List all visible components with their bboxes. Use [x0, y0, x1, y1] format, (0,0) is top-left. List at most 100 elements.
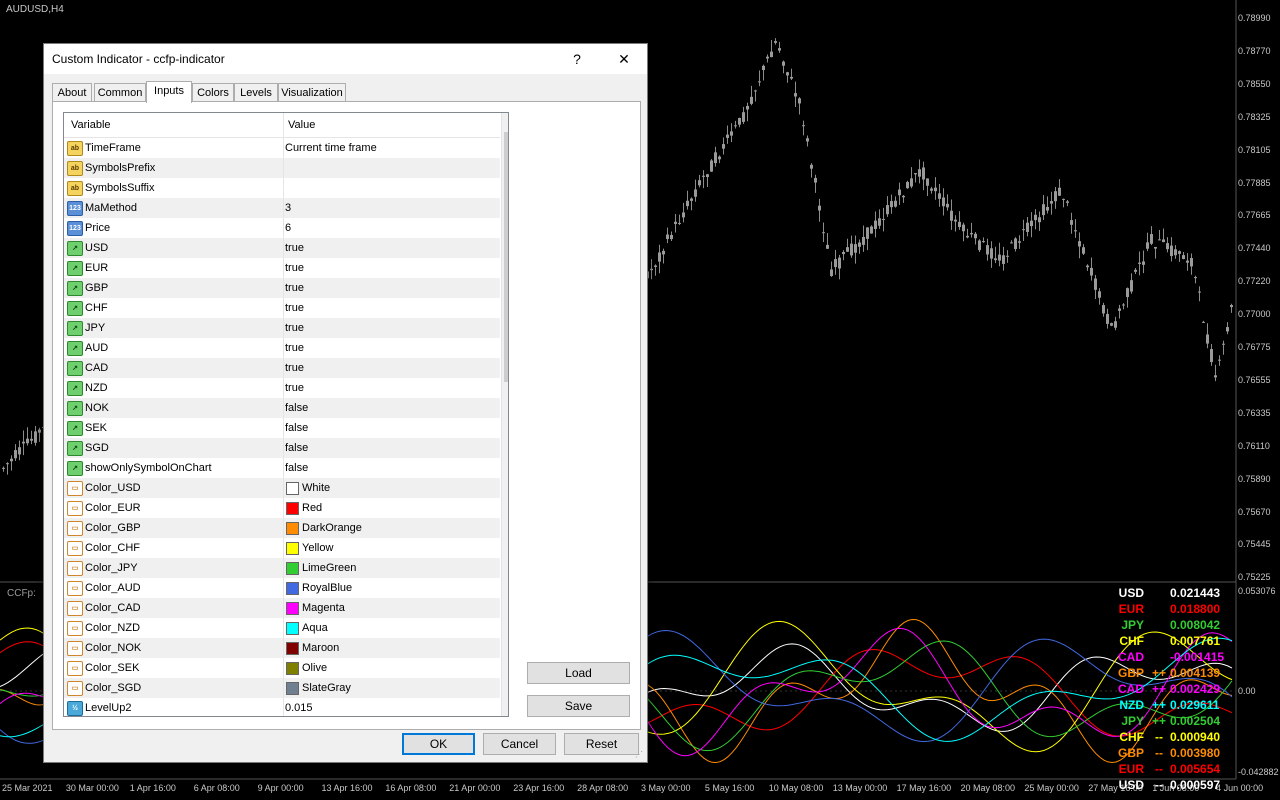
input-value-field[interactable]: Current time frame — [285, 142, 377, 154]
input-row[interactable]: ▭ Color_EUR Red — [64, 498, 500, 518]
input-row[interactable]: ab SymbolsSuffix — [64, 178, 500, 198]
input-row[interactable]: ▭ Color_JPY LimeGreen — [64, 558, 500, 578]
column-divider[interactable] — [283, 113, 284, 137]
candle-body — [1146, 242, 1149, 249]
load-button[interactable]: Load — [527, 662, 630, 684]
input-value-field[interactable]: false — [285, 442, 308, 454]
input-value-field[interactable]: false — [285, 422, 308, 434]
input-value-field[interactable]: Yellow — [302, 542, 333, 554]
strength-value: -0.001415 — [1170, 650, 1225, 664]
help-button[interactable]: ? — [562, 48, 592, 70]
cell-divider — [283, 638, 284, 658]
color-swatch[interactable] — [286, 482, 299, 495]
cell-divider — [283, 598, 284, 618]
input-row[interactable]: ▭ Color_SGD SlateGray — [64, 678, 500, 698]
input-value-field[interactable]: false — [285, 402, 308, 414]
candle-body — [762, 65, 765, 71]
input-row[interactable]: ↗ CAD true — [64, 358, 500, 378]
input-value-field[interactable]: true — [285, 282, 304, 294]
input-row[interactable]: ▭ Color_NZD Aqua — [64, 618, 500, 638]
input-row[interactable]: ▭ Color_NOK Maroon — [64, 638, 500, 658]
input-value-field[interactable]: Aqua — [302, 622, 328, 634]
tab-about[interactable]: About — [52, 83, 92, 102]
input-value-field[interactable]: Magenta — [302, 602, 345, 614]
input-value-field[interactable]: true — [285, 362, 304, 374]
input-row[interactable]: ½ LevelUp2 0.015 — [64, 698, 500, 716]
input-value-field[interactable]: Olive — [302, 662, 327, 674]
reset-button[interactable]: Reset — [564, 733, 639, 755]
input-row[interactable]: ▭ Color_AUD RoyalBlue — [64, 578, 500, 598]
input-value-field[interactable]: true — [285, 242, 304, 254]
color-swatch[interactable] — [286, 542, 299, 555]
input-value-field[interactable]: 0.015 — [285, 702, 313, 714]
tab-common[interactable]: Common — [94, 83, 146, 102]
trend-marker: -- — [1155, 730, 1163, 744]
input-row[interactable]: 123 Price 6 — [64, 218, 500, 238]
input-value-field[interactable]: RoyalBlue — [302, 582, 352, 594]
close-button[interactable]: ✕ — [609, 48, 639, 70]
color-swatch[interactable] — [286, 682, 299, 695]
input-row[interactable]: ▭ Color_SEK Olive — [64, 658, 500, 678]
color-swatch[interactable] — [286, 582, 299, 595]
grid-scrollbar[interactable]: ▲ ▼ — [501, 113, 508, 716]
scroll-thumb[interactable] — [504, 132, 508, 382]
tab-visualization[interactable]: Visualization — [278, 83, 346, 102]
input-row[interactable]: ↗ JPY true — [64, 318, 500, 338]
input-value-field[interactable]: SlateGray — [302, 682, 351, 694]
input-row[interactable]: ▭ Color_USD White — [64, 478, 500, 498]
input-value-field[interactable]: 6 — [285, 222, 291, 234]
ok-button[interactable]: OK — [402, 733, 475, 755]
resize-grip-icon[interactable]: ⋰ — [635, 750, 645, 760]
input-value-field[interactable]: Red — [302, 502, 322, 514]
input-value-field[interactable]: true — [285, 302, 304, 314]
color-swatch[interactable] — [286, 622, 299, 635]
input-value-field[interactable]: Maroon — [302, 642, 339, 654]
input-row[interactable]: ↗ USD true — [64, 238, 500, 258]
input-value-field[interactable]: LimeGreen — [302, 562, 356, 574]
color-swatch[interactable] — [286, 502, 299, 515]
color-swatch[interactable] — [286, 522, 299, 535]
input-row[interactable]: ↗ CHF true — [64, 298, 500, 318]
input-row[interactable]: ▭ Color_CHF Yellow — [64, 538, 500, 558]
input-row[interactable]: ▭ Color_GBP DarkOrange — [64, 518, 500, 538]
input-row[interactable]: ↗ AUD true — [64, 338, 500, 358]
dialog-titlebar[interactable]: Custom Indicator - ccfp-indicator ? ✕ — [44, 44, 647, 74]
input-row[interactable]: ab TimeFrame Current time frame — [64, 138, 500, 158]
color-swatch[interactable] — [286, 562, 299, 575]
input-row[interactable]: ↗ SGD false — [64, 438, 500, 458]
input-row[interactable]: ↗ GBP true — [64, 278, 500, 298]
input-value-field[interactable]: false — [285, 462, 308, 474]
input-value-field[interactable]: 3 — [285, 202, 291, 214]
tab-inputs[interactable]: Inputs — [146, 81, 192, 103]
input-row[interactable]: ab SymbolsPrefix — [64, 158, 500, 178]
cell-divider — [283, 418, 284, 438]
save-button[interactable]: Save — [527, 695, 630, 717]
input-value-field[interactable]: true — [285, 382, 304, 394]
input-value-field[interactable]: true — [285, 262, 304, 274]
input-row[interactable]: ↗ NOK false — [64, 398, 500, 418]
color-swatch[interactable] — [286, 602, 299, 615]
candle-body — [974, 233, 977, 239]
input-variable-name: Color_EUR — [85, 502, 141, 514]
currency-name: JPY — [1121, 618, 1144, 632]
input-row[interactable]: ↗ SEK false — [64, 418, 500, 438]
color-swatch[interactable] — [286, 662, 299, 675]
input-row[interactable]: ▭ Color_CAD Magenta — [64, 598, 500, 618]
candle-body — [714, 152, 717, 164]
color-swatch[interactable] — [286, 642, 299, 655]
cancel-button[interactable]: Cancel — [483, 733, 556, 755]
input-value-field[interactable]: DarkOrange — [302, 522, 362, 534]
input-row[interactable]: ↗ showOnlySymbolOnChart false — [64, 458, 500, 478]
scroll-down-icon[interactable]: ▼ — [502, 699, 508, 716]
tab-levels[interactable]: Levels — [234, 83, 278, 102]
input-value-field[interactable]: true — [285, 342, 304, 354]
input-value-field[interactable]: White — [302, 482, 330, 494]
tab-colors[interactable]: Colors — [192, 83, 234, 102]
input-row[interactable]: 123 MaMethod 3 — [64, 198, 500, 218]
column-header-variable[interactable]: Variable — [71, 119, 111, 131]
scroll-up-icon[interactable]: ▲ — [502, 113, 508, 130]
input-value-field[interactable]: true — [285, 322, 304, 334]
input-row[interactable]: ↗ NZD true — [64, 378, 500, 398]
input-row[interactable]: ↗ EUR true — [64, 258, 500, 278]
column-header-value[interactable]: Value — [288, 119, 315, 131]
